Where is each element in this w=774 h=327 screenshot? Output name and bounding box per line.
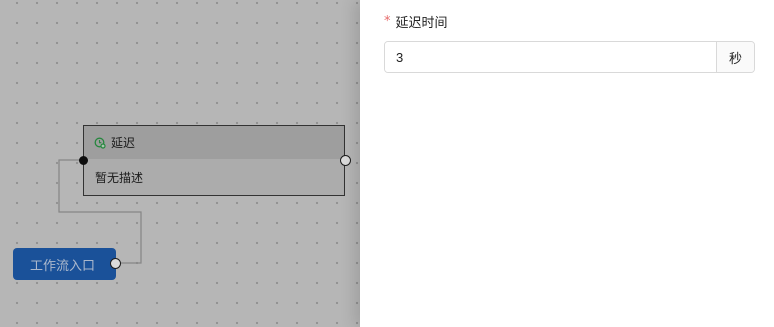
workflow-entry-label: 工作流入口 [29, 258, 95, 274]
settings-panel: * 延迟时间 秒 [360, 0, 774, 327]
delay-node-title: 延迟 [111, 136, 136, 150]
entry-node-output-handle[interactable] [110, 258, 121, 269]
required-mark: * [384, 14, 391, 29]
delay-time-input[interactable] [385, 42, 716, 72]
delay-node[interactable]: 延迟 暂无描述 [83, 125, 345, 196]
unit-addon: 秒 [716, 42, 754, 72]
workflow-entry-node[interactable]: 工作流入口 [13, 248, 116, 280]
clock-add-icon [94, 137, 106, 149]
delay-node-input-handle[interactable] [79, 156, 88, 165]
delay-time-input-group: 秒 [384, 41, 755, 73]
delay-node-header: 延迟 [84, 126, 344, 159]
workflow-canvas[interactable]: 延迟 暂无描述 工作流入口 [0, 0, 360, 327]
delay-time-label-text: 延迟时间 [395, 16, 448, 31]
delay-time-label: * 延迟时间 [384, 12, 448, 31]
delay-node-output-handle[interactable] [340, 155, 351, 166]
delay-node-description: 暂无描述 [95, 170, 144, 185]
